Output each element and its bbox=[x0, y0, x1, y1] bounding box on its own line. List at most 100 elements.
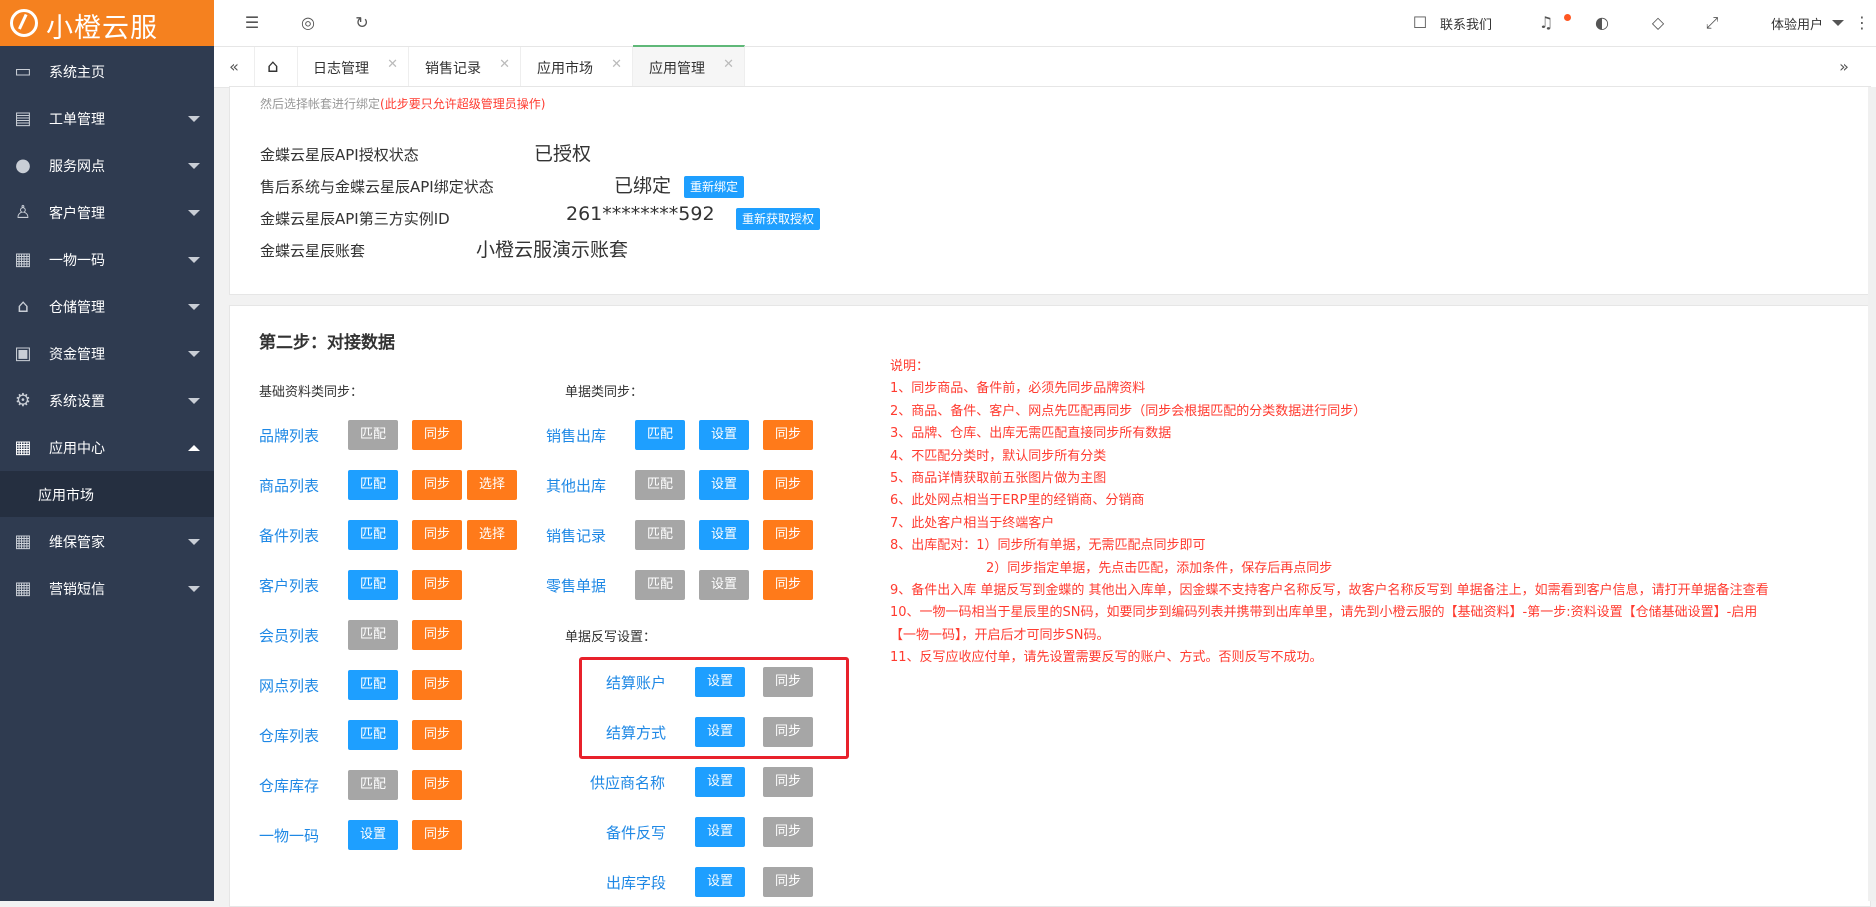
part-sync-button[interactable]: 同步 bbox=[412, 520, 462, 550]
part-match-button[interactable]: 匹配 bbox=[348, 520, 398, 550]
product-match-button[interactable]: 匹配 bbox=[348, 470, 398, 500]
other-out-settings-button[interactable]: 设置 bbox=[699, 470, 749, 500]
sales-out-sync-button[interactable]: 同步 bbox=[763, 420, 813, 450]
member-match-button[interactable]: 匹配 bbox=[348, 620, 398, 650]
tab-sales[interactable]: 销售记录 ✕ bbox=[409, 47, 521, 87]
close-icon[interactable]: ✕ bbox=[611, 57, 622, 72]
brand-match-button[interactable]: 匹配 bbox=[348, 420, 398, 450]
part-writeback-link[interactable]: 备件反写 bbox=[606, 822, 666, 843]
sidebar-item-customer[interactable]: ♙ 客户管理 bbox=[0, 189, 214, 236]
close-icon[interactable]: ✕ bbox=[387, 57, 398, 72]
customer-sync-button[interactable]: 同步 bbox=[412, 570, 462, 600]
outlet-list-link[interactable]: 网点列表 bbox=[259, 675, 319, 696]
chat-icon[interactable]: ☐ bbox=[1410, 13, 1430, 33]
globe-icon[interactable]: ◎ bbox=[298, 13, 318, 33]
one-code-link[interactable]: 一物一码 bbox=[259, 825, 319, 846]
tab-log[interactable]: 日志管理 ✕ bbox=[297, 47, 409, 87]
palette-icon[interactable]: ◐ bbox=[1592, 13, 1612, 33]
sales-out-match-button[interactable]: 匹配 bbox=[635, 420, 685, 450]
outlet-sync-button[interactable]: 同步 bbox=[412, 670, 462, 700]
home-icon: ⌂ bbox=[267, 56, 279, 77]
part-writeback-settings-button[interactable]: 设置 bbox=[695, 817, 745, 847]
other-out-sync-button[interactable]: 同步 bbox=[763, 470, 813, 500]
part-list-link[interactable]: 备件列表 bbox=[259, 525, 319, 546]
supplier-name-link[interactable]: 供应商名称 bbox=[590, 772, 665, 793]
more-icon[interactable]: ⋮ bbox=[1854, 13, 1870, 33]
step1-card: 然后选择帐套进行绑定(此步要只允许超级管理员操作) 金蝶云星辰API授权状态 已… bbox=[229, 86, 1871, 295]
refresh-icon[interactable]: ↻ bbox=[352, 13, 372, 33]
sidebar-item-home[interactable]: ▭ 系统主页 bbox=[0, 48, 214, 95]
outlet-match-button[interactable]: 匹配 bbox=[348, 670, 398, 700]
bind-status-label: 售后系统与金蝶云星辰API绑定状态 bbox=[260, 178, 494, 196]
hint-text: 然后选择帐套进行绑定 bbox=[260, 97, 381, 111]
tabs-scroll-right-icon[interactable]: » bbox=[1834, 57, 1854, 77]
sidebar-item-one-code[interactable]: ▦ 一物一码 bbox=[0, 236, 214, 283]
outbound-field-link[interactable]: 出库字段 bbox=[606, 872, 666, 893]
sales-out-link[interactable]: 销售出库 bbox=[546, 425, 606, 446]
tab-home[interactable]: ⌂ bbox=[254, 47, 298, 87]
scrollbar[interactable] bbox=[1868, 87, 1876, 901]
brand-list-link[interactable]: 品牌列表 bbox=[259, 425, 319, 446]
part-writeback-sync-button[interactable]: 同步 bbox=[763, 817, 813, 847]
contact-us-link[interactable]: 联系我们 bbox=[1440, 14, 1492, 33]
sidebar-item-settings[interactable]: ⚙ 系统设置 bbox=[0, 377, 214, 424]
brand-sync-button[interactable]: 同步 bbox=[412, 420, 462, 450]
reauthorize-button[interactable]: 重新获取授权 bbox=[736, 208, 821, 230]
supplier-name-sync-button[interactable]: 同步 bbox=[763, 767, 813, 797]
sidebar-item-service-point[interactable]: ● 服务网点 bbox=[0, 142, 214, 189]
outbound-field-settings-button[interactable]: 设置 bbox=[695, 867, 745, 897]
close-icon[interactable]: ✕ bbox=[499, 57, 510, 72]
sales-record-link[interactable]: 销售记录 bbox=[546, 525, 606, 546]
notes-title: 说明： bbox=[890, 359, 930, 374]
product-list-link[interactable]: 商品列表 bbox=[259, 475, 319, 496]
menu-toggle-icon[interactable]: ☰ bbox=[242, 13, 262, 33]
member-list-link[interactable]: 会员列表 bbox=[259, 625, 319, 646]
user-menu[interactable]: 体验用户 bbox=[1771, 14, 1823, 33]
sales-out-settings-button[interactable]: 设置 bbox=[699, 420, 749, 450]
warehouse-sync-button[interactable]: 同步 bbox=[412, 720, 462, 750]
money-icon: ▣ bbox=[14, 343, 32, 364]
tab-app-market[interactable]: 应用市场 ✕ bbox=[521, 47, 633, 87]
sales-record-sync-button[interactable]: 同步 bbox=[763, 520, 813, 550]
inventory-link[interactable]: 仓库库存 bbox=[259, 775, 319, 796]
product-select-button[interactable]: 选择 bbox=[467, 470, 517, 500]
rebind-button[interactable]: 重新绑定 bbox=[684, 176, 745, 198]
other-out-link[interactable]: 其他出库 bbox=[546, 475, 606, 496]
sidebar-item-app-center[interactable]: ▦ 应用中心 bbox=[0, 424, 214, 471]
fullscreen-icon[interactable]: ⤢ bbox=[1702, 13, 1722, 33]
warehouse-match-button[interactable]: 匹配 bbox=[348, 720, 398, 750]
sidebar-item-warehouse[interactable]: ⌂ 仓储管理 bbox=[0, 283, 214, 330]
retail-doc-link[interactable]: 零售单据 bbox=[546, 575, 606, 596]
sidebar-subitem-app-market[interactable]: 应用市场 bbox=[0, 471, 214, 517]
warehouse-list-link[interactable]: 仓库列表 bbox=[259, 725, 319, 746]
tabs-scroll-left-icon[interactable]: « bbox=[224, 57, 244, 77]
inventory-match-button[interactable]: 匹配 bbox=[348, 770, 398, 800]
supplier-name-settings-button[interactable]: 设置 bbox=[695, 767, 745, 797]
customer-match-button[interactable]: 匹配 bbox=[348, 570, 398, 600]
sidebar-item-sms[interactable]: ▦ 营销短信 bbox=[0, 565, 214, 612]
retail-doc-match-button[interactable]: 匹配 bbox=[635, 570, 685, 600]
product-sync-button[interactable]: 同步 bbox=[412, 470, 462, 500]
other-out-match-button[interactable]: 匹配 bbox=[635, 470, 685, 500]
one-code-settings-button[interactable]: 设置 bbox=[348, 820, 398, 850]
member-sync-button[interactable]: 同步 bbox=[412, 620, 462, 650]
sidebar-item-label: 仓储管理 bbox=[49, 300, 105, 316]
sidebar-item-ticket[interactable]: ▤ 工单管理 bbox=[0, 95, 214, 142]
sidebar-item-maintenance[interactable]: ▦ 维保管家 bbox=[0, 518, 214, 565]
customer-list-link[interactable]: 客户列表 bbox=[259, 575, 319, 596]
part-select-button[interactable]: 选择 bbox=[467, 520, 517, 550]
note-item: 9、备件出入库 单据反写到金蝶的 其他出入库单，因金蝶不支持客户名称反写，故客户… bbox=[890, 583, 1769, 599]
brand-logo[interactable]: 小橙云服 bbox=[0, 0, 214, 46]
sales-record-match-button[interactable]: 匹配 bbox=[635, 520, 685, 550]
bell-icon[interactable]: ♫ bbox=[1536, 13, 1556, 33]
retail-doc-settings-button[interactable]: 设置 bbox=[699, 570, 749, 600]
one-code-sync-button[interactable]: 同步 bbox=[412, 820, 462, 850]
inventory-sync-button[interactable]: 同步 bbox=[412, 770, 462, 800]
outbound-field-sync-button[interactable]: 同步 bbox=[763, 867, 813, 897]
sidebar-item-funds[interactable]: ▣ 资金管理 bbox=[0, 330, 214, 377]
retail-doc-sync-button[interactable]: 同步 bbox=[763, 570, 813, 600]
tab-app-manage[interactable]: 应用管理 ✕ bbox=[633, 45, 745, 87]
tag-icon[interactable]: ◇ bbox=[1648, 13, 1668, 33]
sales-record-settings-button[interactable]: 设置 bbox=[699, 520, 749, 550]
close-icon[interactable]: ✕ bbox=[723, 57, 734, 72]
